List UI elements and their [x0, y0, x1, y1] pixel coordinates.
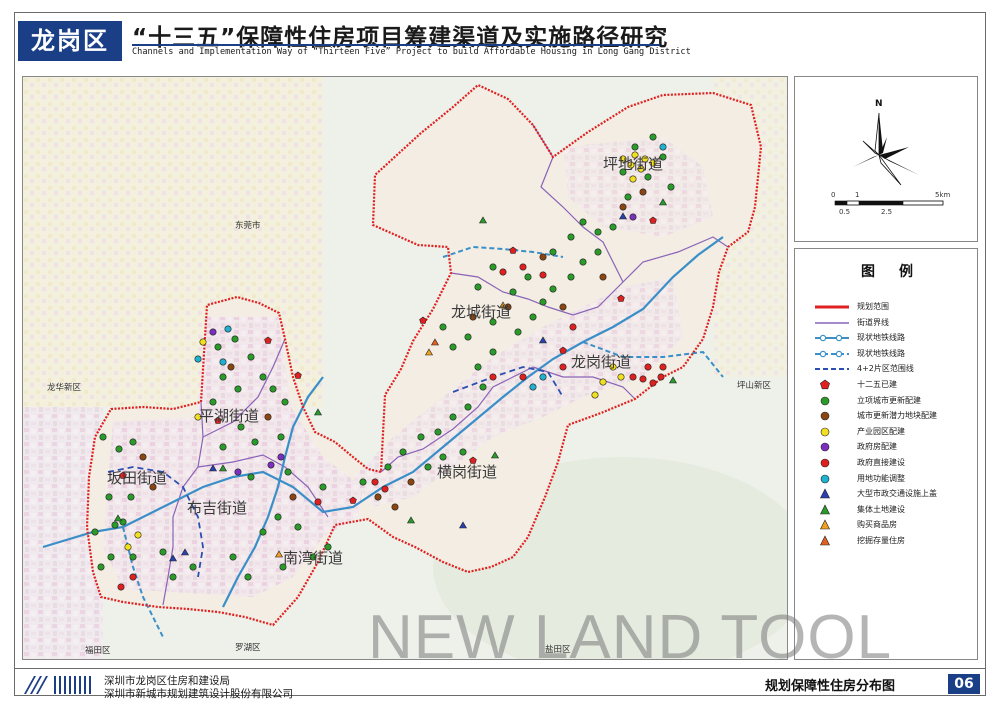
title-underline: [132, 44, 660, 46]
legend-label: 产业园区配建: [857, 426, 905, 436]
org-name-secondary: 深圳市新城市规划建筑设计股份有限公司: [104, 688, 293, 700]
map-canvas[interactable]: [23, 77, 788, 660]
legend-item: 用地功能调整: [813, 471, 973, 487]
legend-label: 购买商品房: [857, 520, 897, 530]
street-label-longgang: 龙岗街道: [571, 353, 632, 371]
compass-scale-panel: N 0 1 5km 0.5 2.5: [794, 76, 978, 242]
legend-item: 规划范围: [813, 299, 973, 315]
street-label-henggang: 横岗街道: [437, 463, 498, 481]
legend-symbol-line-icon: [815, 305, 849, 309]
street-label-pingdi: 坪地街道: [603, 155, 664, 173]
legend-item: 城市更新潜力地块配建: [813, 408, 973, 424]
scale-tick-0-5: 0.5: [839, 208, 851, 216]
place-label-longhua: 龙华新区: [47, 383, 82, 393]
scale-tick-2-5: 2.5: [881, 208, 893, 216]
legend-item: 挖掘存量住房: [813, 533, 973, 549]
legend-symbol-circle-icon: [820, 443, 830, 452]
legend-symbol-triangle-icon: [820, 504, 830, 515]
legend-symbol-line-icon: [815, 321, 849, 324]
place-label-luohu: 罗湖区: [235, 643, 261, 653]
legend-item: 购买商品房: [813, 517, 973, 533]
legend-symbol-line-icon: [815, 368, 849, 371]
north-arrow-icon: [853, 112, 919, 186]
legend-label: 现状地铁线路: [857, 333, 905, 343]
legend-item: 集体土地建设: [813, 502, 973, 518]
legend-item: 十二五已建: [813, 377, 973, 393]
legend-label: 十二五已建: [857, 380, 897, 389]
scale-tick-0: 0: [831, 191, 836, 199]
place-label-dongguan: 东莞市: [235, 221, 261, 231]
legend-label: 集体土地建设: [857, 504, 905, 514]
legend-item: 4+2片区范围线: [813, 361, 973, 377]
place-label-futian: 福田区: [85, 646, 111, 656]
compass-north-label: N: [875, 99, 883, 109]
legend-symbol-pentagon-icon: [820, 379, 830, 390]
legend-label: 城市更新潜力地块配建: [857, 411, 937, 421]
scale-tick-1: 1: [855, 191, 860, 199]
legend-label: 街道界线: [857, 317, 889, 327]
org-logo-icon: [24, 676, 91, 694]
legend-label: 政府直接建设: [857, 458, 905, 467]
compass-rose: [834, 112, 944, 206]
street-label-pinghu: 平湖街道: [199, 407, 260, 425]
legend-label: 政府房配建: [857, 442, 897, 452]
legend-symbol-circle-icon: [820, 427, 830, 437]
legend-symbol-circle-icon: [820, 458, 830, 468]
district-badge: 龙岗区: [18, 21, 122, 61]
legend-item: 现状地铁线路: [813, 330, 973, 346]
legend-item: 大型市政交通设施上盖: [813, 486, 973, 502]
legend-label: 挖掘存量住房: [857, 536, 905, 545]
page-subtitle-en: Channels and Implementation Way of “Thir…: [132, 47, 691, 57]
legend-symbol-triangle-icon: [820, 519, 830, 530]
legend-label: 大型市政交通设施上盖: [857, 489, 937, 499]
legend-label: 现状地铁线路: [857, 348, 905, 358]
scale-tick-5km: 5km: [935, 191, 951, 199]
legend-item: 政府直接建设: [813, 455, 973, 471]
legend-label: 规划范围: [857, 302, 889, 311]
scale-bar: [834, 200, 944, 206]
watermark: NEW LAND TOOL: [368, 603, 893, 672]
legend-symbol-metro-icon: [815, 350, 849, 357]
legend-label: 用地功能调整: [857, 473, 905, 483]
legend-item: 立项城市更新配建: [813, 393, 973, 409]
legend-item: 政府房配建: [813, 439, 973, 455]
legend-symbol-metro-icon: [815, 334, 849, 342]
street-label-buji: 布吉街道: [187, 499, 248, 517]
street-label-bantian: 坂田街道: [107, 469, 168, 487]
legend-item: 产业园区配建: [813, 424, 973, 440]
legend-symbol-circle-icon: [820, 396, 830, 405]
legend-item: 现状地铁线路: [813, 346, 973, 362]
footer-divider: [14, 668, 986, 669]
place-label-pingshan: 坪山新区: [737, 381, 772, 391]
legend-symbol-circle-icon: [820, 474, 830, 483]
street-label-longcheng: 龙城街道: [451, 303, 512, 321]
figure-title: 规划保障性住房分布图: [765, 679, 896, 694]
legend-item: 街道界线: [813, 315, 973, 331]
figure-number: 06: [948, 674, 980, 694]
map-panel[interactable]: 坪地街道 龙城街道 龙岗街道 平湖街道 坂田街道 布吉街道 横岗街道 南湾街道 …: [22, 76, 788, 660]
legend-label: 4+2片区范围线: [857, 364, 914, 374]
legend-title: 图例: [861, 264, 937, 280]
legend-label: 立项城市更新配建: [857, 395, 921, 405]
street-label-nanwan: 南湾街道: [283, 549, 344, 567]
legend-symbol-triangle-icon: [820, 535, 830, 546]
legend-symbol-triangle-icon: [820, 488, 830, 499]
legend-panel: 图例 规划范围街道界线现状地铁线路 现状地铁线路 4+2片区范围线 十二五已建立项城市…: [794, 248, 978, 660]
legend-symbol-circle-icon: [820, 411, 830, 421]
